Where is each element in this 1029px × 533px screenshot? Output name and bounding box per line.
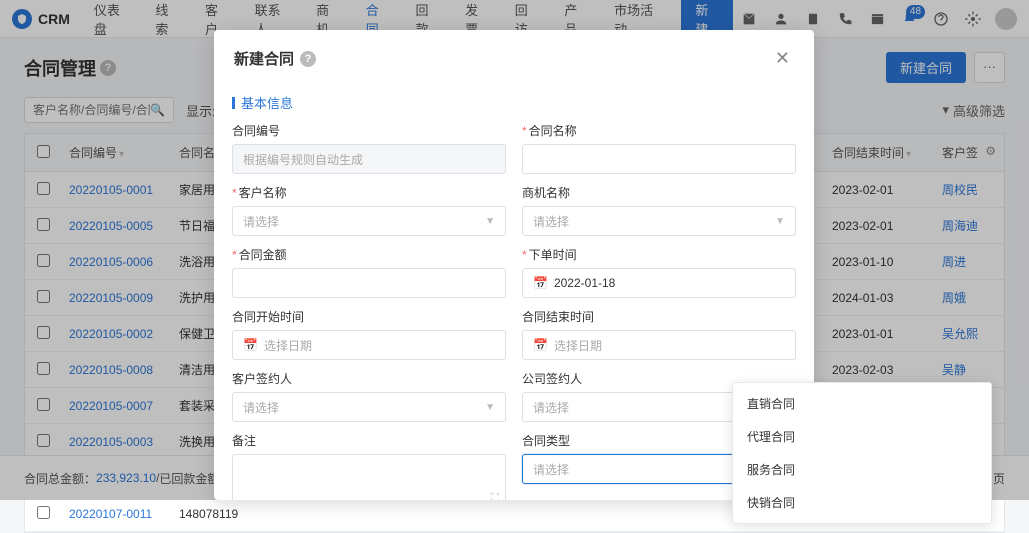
modal-title: 新建合同 ? (234, 48, 316, 69)
label-amount: 合同金额 (232, 246, 506, 263)
chevron-down-icon: ▼ (485, 216, 495, 227)
calendar-icon: 📅 (243, 338, 258, 352)
dropdown-option[interactable]: 快销合同 (733, 486, 991, 519)
label-start-date: 合同开始时间 (232, 308, 506, 325)
dropdown-option[interactable]: 直销合同 (733, 387, 991, 420)
chevron-down-icon: ▼ (485, 402, 495, 413)
label-opportunity: 商机名称 (522, 184, 796, 201)
dropdown-option[interactable]: 代理合同 (733, 420, 991, 453)
label-contract-name: 合同名称 (522, 122, 796, 139)
close-icon[interactable]: ✕ (771, 44, 794, 73)
select-cust-signer[interactable]: 请选择▼ (232, 392, 506, 422)
input-contract-code: 根据编号规则自动生成 (232, 144, 506, 174)
input-amount[interactable] (232, 268, 506, 298)
input-start-date[interactable]: 📅选择日期 (232, 330, 506, 360)
row-checkbox[interactable] (37, 506, 50, 519)
input-order-date[interactable]: 📅2022-01-18 (522, 268, 796, 298)
chevron-down-icon: ▼ (775, 216, 785, 227)
input-end-date[interactable]: 📅选择日期 (522, 330, 796, 360)
section-basic-info: 基本信息 (232, 87, 796, 122)
modal-help-icon[interactable]: ? (300, 51, 316, 67)
label-end-date: 合同结束时间 (522, 308, 796, 325)
dropdown-option[interactable]: 服务合同 (733, 453, 991, 486)
label-contract-code: 合同编号 (232, 122, 506, 139)
label-customer: 客户名称 (232, 184, 506, 201)
input-contract-name[interactable] (522, 144, 796, 174)
expand-icon[interactable]: ⛶ (491, 492, 499, 500)
select-customer[interactable]: 请选择▼ (232, 206, 506, 236)
calendar-icon: 📅 (533, 338, 548, 352)
label-cust-signer: 客户签约人 (232, 370, 506, 387)
modal-header: 新建合同 ? ✕ (214, 30, 814, 87)
input-remark[interactable]: ⛶ (232, 454, 506, 500)
contract-code[interactable]: 20220107-0011 (61, 496, 171, 532)
contract-type-dropdown: 直销合同代理合同服务合同快销合同 (732, 382, 992, 524)
contract-name: 148078119 (171, 496, 824, 532)
label-order-date: 下单时间 (522, 246, 796, 263)
modal-body: 基本信息 合同编号 根据编号规则自动生成 合同名称 客户名称 请选择▼ 商机名称… (214, 87, 814, 500)
calendar-icon: 📅 (533, 276, 548, 290)
select-opportunity[interactable]: 请选择▼ (522, 206, 796, 236)
create-contract-modal: 新建合同 ? ✕ 基本信息 合同编号 根据编号规则自动生成 合同名称 客户名称 … (214, 30, 814, 500)
label-remark: 备注 (232, 432, 506, 449)
